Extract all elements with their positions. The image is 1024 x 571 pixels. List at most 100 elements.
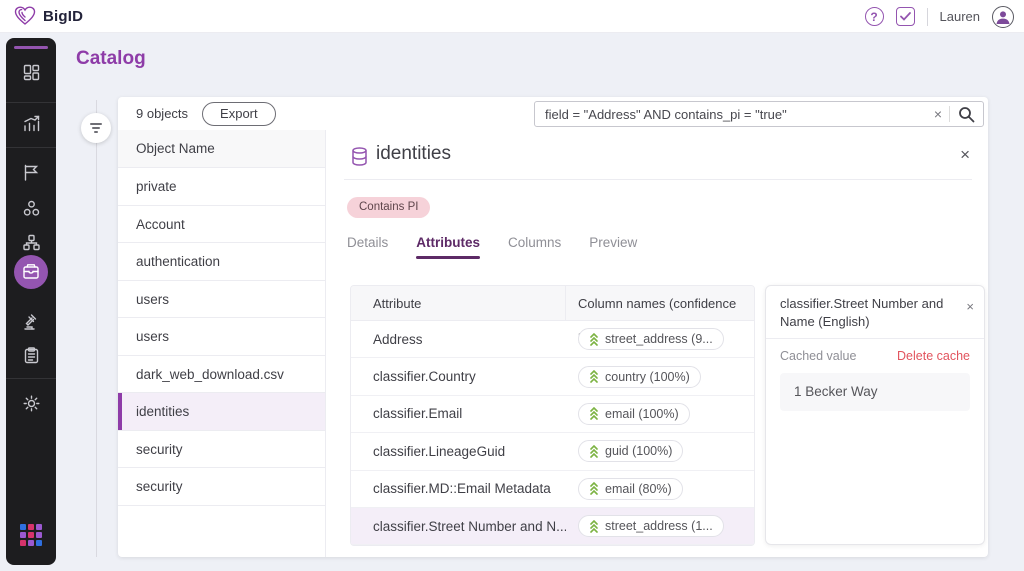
sidebar-item-tasks[interactable] bbox=[6, 342, 56, 368]
tab-columns[interactable]: Columns bbox=[508, 235, 561, 259]
object-row-selected[interactable]: identities bbox=[118, 393, 325, 431]
search-icon bbox=[958, 106, 975, 123]
top-bar: BigID ? Lauren bbox=[0, 0, 1024, 33]
sidebar-item-cluster-analysis[interactable] bbox=[6, 195, 56, 221]
table-row[interactable]: classifier.Country country (100%) bbox=[351, 358, 754, 395]
objects-count: 9 objects bbox=[136, 106, 188, 121]
delete-cache-link[interactable]: Delete cache bbox=[897, 349, 970, 363]
search-submit-button[interactable] bbox=[950, 106, 983, 123]
table-row[interactable]: classifier.Email email (100%) bbox=[351, 396, 754, 433]
pill-label: street_address (9... bbox=[605, 332, 713, 346]
catalog-toolbar: 9 objects Export × bbox=[118, 97, 988, 130]
sidebar-divider bbox=[6, 378, 56, 379]
catalog-content-card: 9 objects Export × Object Name private A… bbox=[118, 97, 988, 557]
user-name: Lauren bbox=[940, 9, 980, 24]
contains-pi-badge: Contains PI bbox=[347, 197, 430, 218]
cached-panel-close-icon[interactable]: × bbox=[966, 298, 974, 316]
cached-value-row: Cached value Delete cache bbox=[766, 339, 984, 369]
attribute-name: classifier.LineageGuid bbox=[351, 444, 566, 459]
dashboard-icon bbox=[23, 64, 40, 81]
sidebar-item-policies[interactable] bbox=[6, 159, 56, 185]
page-title: Catalog bbox=[76, 48, 146, 70]
database-icon bbox=[351, 147, 368, 171]
column-pill[interactable]: email (100%) bbox=[578, 403, 690, 425]
hierarchy-icon bbox=[23, 234, 40, 251]
object-row[interactable]: private bbox=[118, 168, 325, 206]
checkmark-glyph bbox=[900, 12, 911, 21]
table-row-selected[interactable]: classifier.Street Number and N... street… bbox=[351, 508, 754, 545]
pill-label: email (100%) bbox=[605, 407, 679, 421]
confidence-icon bbox=[589, 407, 599, 420]
object-row[interactable]: users bbox=[118, 281, 325, 319]
confidence-icon bbox=[589, 482, 599, 495]
column-pill[interactable]: email (80%) bbox=[578, 478, 683, 500]
confidence-icon bbox=[589, 370, 599, 383]
bigid-fingerprint-icon bbox=[14, 6, 36, 26]
tab-preview[interactable]: Preview bbox=[589, 235, 637, 259]
object-row[interactable]: Account bbox=[118, 206, 325, 244]
apps-grid-icon bbox=[20, 524, 42, 546]
table-row[interactable]: classifier.LineageGuid guid (100%) bbox=[351, 433, 754, 470]
sidebar-item-reports[interactable] bbox=[6, 110, 56, 136]
details-close-icon[interactable]: × bbox=[960, 145, 970, 165]
catalog-archive-icon bbox=[22, 263, 40, 281]
help-icon[interactable]: ? bbox=[865, 7, 884, 26]
object-row[interactable]: dark_web_download.csv bbox=[118, 356, 325, 394]
attribute-name: classifier.Email bbox=[351, 406, 566, 421]
attribute-name: Address bbox=[351, 332, 566, 347]
sidebar-item-dashboard[interactable] bbox=[6, 59, 56, 85]
cached-value-text: 1 Becker Way bbox=[780, 373, 970, 411]
search-input[interactable] bbox=[535, 107, 927, 122]
column-pill[interactable]: country (100%) bbox=[578, 366, 701, 388]
sidebar-accent-bar bbox=[14, 46, 48, 49]
sidebar-item-settings[interactable] bbox=[6, 390, 56, 416]
filter-icon bbox=[90, 123, 102, 133]
cluster-icon bbox=[23, 200, 40, 217]
filter-toggle-button[interactable] bbox=[81, 113, 111, 143]
topbar-right-cluster: ? Lauren bbox=[865, 0, 1014, 33]
user-avatar[interactable] bbox=[992, 6, 1014, 28]
sidebar-item-risk[interactable] bbox=[6, 309, 56, 335]
column-pill[interactable]: street_address (1... bbox=[578, 515, 724, 537]
chart-trend-icon bbox=[23, 115, 40, 132]
export-button[interactable]: Export bbox=[202, 102, 276, 126]
column-pill[interactable]: guid (100%) bbox=[578, 440, 683, 462]
confidence-icon bbox=[589, 333, 599, 346]
sidebar-divider bbox=[6, 147, 56, 148]
object-list: Object Name private Account authenticati… bbox=[118, 130, 326, 557]
app-window: BigID ? Lauren bbox=[0, 0, 1024, 571]
object-list-header: Object Name bbox=[118, 130, 325, 168]
sidebar-item-data-mapping[interactable] bbox=[6, 229, 56, 255]
tasks-icon[interactable] bbox=[896, 7, 915, 26]
pill-label: guid (100%) bbox=[605, 444, 672, 458]
brand-logo[interactable]: BigID bbox=[14, 6, 83, 26]
topbar-divider bbox=[927, 8, 928, 26]
pill-label: email (80%) bbox=[605, 482, 672, 496]
attributes-table-header: Attribute Column names (confidence level… bbox=[351, 286, 754, 321]
object-row[interactable]: authentication bbox=[118, 243, 325, 281]
cached-panel-header: classifier.Street Number and Name (Engli… bbox=[766, 286, 984, 339]
object-row[interactable]: security bbox=[118, 431, 325, 469]
sidebar-item-apps[interactable] bbox=[6, 522, 56, 548]
cached-panel-title: classifier.Street Number and Name (Engli… bbox=[780, 296, 943, 329]
details-divider bbox=[344, 179, 972, 180]
gavel-icon bbox=[23, 314, 40, 331]
clipboard-icon bbox=[24, 347, 39, 364]
tab-details[interactable]: Details bbox=[347, 235, 388, 259]
tab-attributes[interactable]: Attributes bbox=[416, 235, 480, 259]
table-row[interactable]: Address street_address (9... bbox=[351, 321, 754, 358]
search-clear-icon[interactable]: × bbox=[927, 106, 949, 122]
nav-sidebar bbox=[6, 38, 56, 565]
brand-name: BigID bbox=[43, 8, 83, 25]
sidebar-item-catalog-active[interactable] bbox=[14, 255, 48, 289]
column-header-column-names: Column names (confidence level) bbox=[566, 286, 754, 320]
table-row[interactable]: classifier.MD::Email Metadata email (80%… bbox=[351, 471, 754, 508]
person-icon bbox=[994, 8, 1012, 26]
filter-rail-line bbox=[96, 100, 97, 557]
gear-icon bbox=[23, 395, 40, 412]
object-row[interactable]: security bbox=[118, 468, 325, 506]
object-row[interactable]: users bbox=[118, 318, 325, 356]
column-pill[interactable]: street_address (9... bbox=[578, 328, 724, 350]
flag-icon bbox=[23, 164, 39, 181]
details-header: identities × bbox=[326, 130, 988, 185]
